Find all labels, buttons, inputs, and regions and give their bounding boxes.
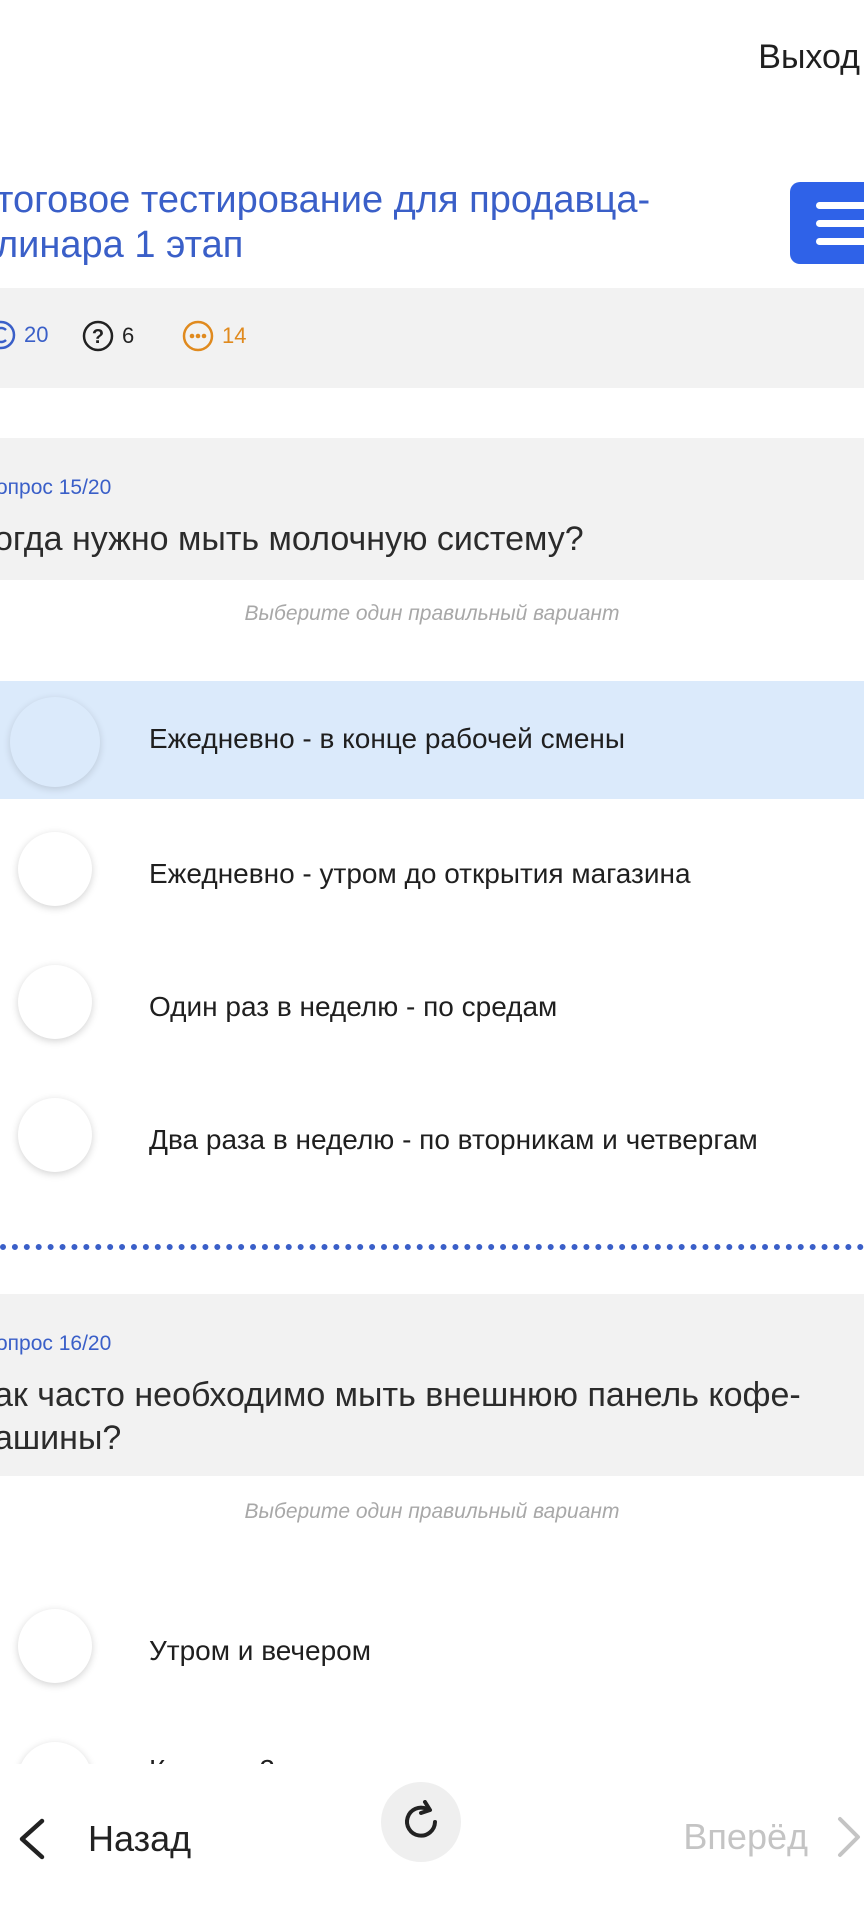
refresh-icon [405, 1800, 437, 1838]
back-label: Назад [88, 1818, 192, 1859]
answer-label: Один раз в неделю - по средам [149, 991, 558, 1022]
question-header: опрос 15/20 огда нужно мыть молочную сис… [0, 438, 864, 580]
total-questions-icon [0, 320, 16, 350]
bottom-navigation: Назад Вперёд [0, 1765, 864, 1920]
stat-unanswered-value: 6 [122, 323, 135, 348]
refresh-button[interactable] [381, 1782, 461, 1862]
svg-text:?: ? [92, 326, 104, 348]
question-number: опрос 15/20 [0, 476, 112, 499]
menu-button[interactable] [790, 182, 864, 264]
radio-button[interactable] [10, 697, 100, 787]
chevron-left-icon [19, 1818, 45, 1860]
next-label: Вперёд [683, 1816, 808, 1857]
question-header: опрос 16/20 ак часто необходимо мыть вне… [0, 1294, 864, 1476]
question-hint: Выберите один правильный вариант [244, 602, 620, 625]
answer-option[interactable]: Утром и вечером [0, 1577, 864, 1695]
stats-bar: 20 ? 6 14 [0, 288, 864, 388]
page-title: тоговое тестирование для продавца- линар… [0, 179, 651, 266]
radio-button[interactable] [18, 1742, 92, 1764]
question-number: опрос 16/20 [0, 1332, 112, 1355]
question-circle-icon: ? [82, 320, 114, 352]
answer-label: Ежедневно - в конце рабочей смены [149, 723, 625, 754]
question-text: огда нужно мыть молочную систему? [0, 520, 584, 558]
answer-label: Каждые 2 часа [149, 1754, 343, 1764]
exit-button[interactable]: Выход [758, 38, 860, 77]
question-text: ак часто необходимо мыть внешнюю панель … [0, 1376, 801, 1457]
radio-button[interactable] [18, 1609, 92, 1683]
more-circle-icon [182, 320, 214, 352]
answer-label: Два раза в неделю - по вторникам и четве… [149, 1124, 758, 1155]
question-hint: Выберите один правильный вариант [244, 1500, 620, 1523]
stat-remaining-value: 14 [222, 323, 247, 348]
radio-button[interactable] [18, 1098, 92, 1172]
answer-option[interactable]: Каждые 2 часа [0, 1730, 864, 1764]
radio-button[interactable] [18, 832, 92, 906]
answer-label: Утром и вечером [149, 1635, 371, 1666]
radio-button[interactable] [18, 965, 92, 1039]
back-button[interactable]: Назад [12, 1815, 191, 1863]
answer-option[interactable]: Ежедневно - утром до открытия магазина [0, 800, 864, 918]
stat-unanswered: ? 6 [82, 320, 134, 352]
chevron-right-icon [838, 1817, 860, 1857]
next-button[interactable]: Вперёд [683, 1815, 864, 1859]
answer-option[interactable]: Два раза в неделю - по вторникам и четве… [0, 1066, 864, 1184]
stat-total: 20 [0, 320, 48, 350]
answer-label: Ежедневно - утром до открытия магазина [149, 858, 691, 889]
question-divider [0, 1244, 864, 1250]
answer-option[interactable]: Ежедневно - в конце рабочей смены [0, 681, 864, 799]
stat-remaining: 14 [182, 320, 246, 352]
partial-option-clip: Каждые 2 часа [0, 1730, 864, 1764]
answer-option[interactable]: Один раз в неделю - по средам [0, 933, 864, 1051]
stat-total-value: 20 [24, 322, 49, 347]
